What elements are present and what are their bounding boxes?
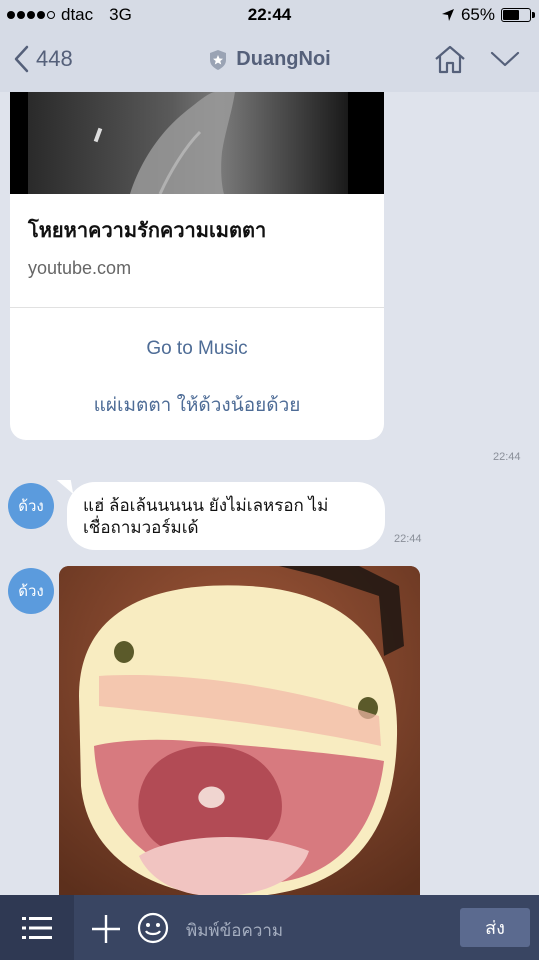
sticker-image[interactable] (59, 566, 420, 895)
sticker-face (59, 566, 420, 895)
message-input[interactable]: พิมพ์ข้อความ (186, 917, 283, 944)
chevron-down-icon[interactable] (489, 49, 521, 69)
message-composer: พิมพ์ข้อความ ส่ง (0, 895, 539, 960)
card-divider (10, 307, 384, 308)
home-icon[interactable] (433, 44, 467, 74)
battery-percent: 65% (460, 5, 495, 24)
send-button[interactable]: ส่ง (460, 908, 530, 947)
avatar[interactable]: ด้วง (8, 568, 54, 614)
link-preview-card[interactable]: โหยหาความรักความเมตตา youtube.com Go to … (10, 92, 384, 440)
status-bar: dtac 3G 22:44 65% (0, 0, 539, 30)
go-to-music-button[interactable]: Go to Music (10, 338, 384, 360)
plus-icon[interactable] (90, 913, 122, 945)
message-text-line: แฮ่ ล้อเล้นนนนน ยังไม่เลหรอก ไม่ (83, 496, 329, 515)
avatar[interactable]: ด้วง (8, 483, 54, 529)
bubble-tail (56, 480, 74, 494)
thumbnail-image (28, 92, 348, 195)
link-domain: youtube.com (28, 258, 132, 278)
header-actions (433, 44, 521, 74)
contact-name: DuangNoi (236, 48, 331, 70)
message-bubble[interactable]: แฮ่ ล้อเล้นนนนน ยังไม่เลหรอก ไม่ เชื่อถา… (67, 482, 385, 550)
smiley-icon[interactable] (137, 912, 169, 944)
video-thumbnail[interactable] (10, 92, 384, 195)
chat-header: 448 DuangNoi (0, 30, 539, 92)
chat-area[interactable]: โหยหาความรักความเมตตา youtube.com Go to … (0, 92, 539, 895)
menu-button[interactable] (0, 895, 74, 960)
battery-icon (501, 8, 535, 22)
message-time: 22:44 (493, 451, 521, 463)
menu-icon (22, 916, 52, 939)
message-time: 22:44 (394, 533, 422, 545)
link-title[interactable]: โหยหาความรักความเมตตา (28, 214, 266, 246)
share-metta-button[interactable]: แผ่เมตตา ให้ด้วงน้อยด้วย (10, 390, 384, 420)
shield-star-icon (210, 49, 227, 70)
location-arrow-icon (441, 9, 454, 21)
message-text-line: เชื่อถามวอร์มเด้ (83, 518, 199, 537)
status-right: 65% (441, 5, 535, 25)
